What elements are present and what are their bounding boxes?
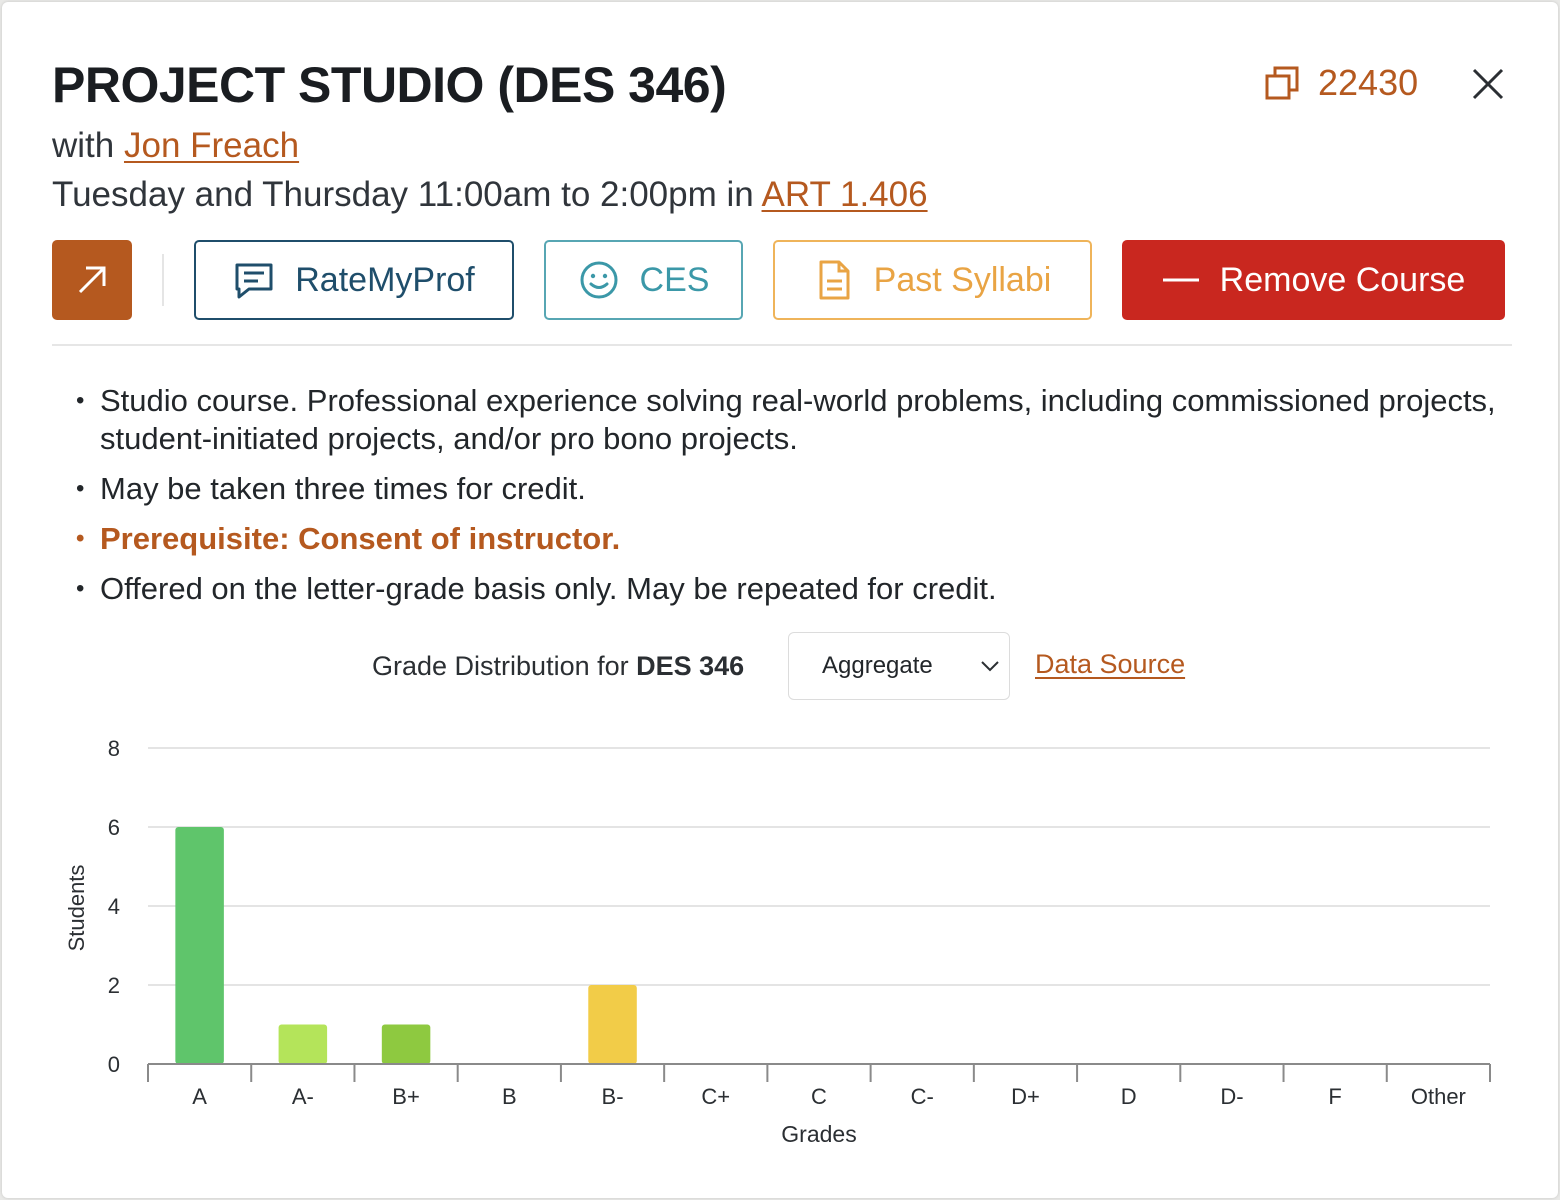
x-axis-label: Grades [781,1121,856,1147]
grade-distribution-title: Grade Distribution for DES 346 [372,651,744,682]
x-tick-label: A- [292,1084,314,1109]
past-syllabi-label: Past Syllabi [873,260,1052,299]
y-tick-label: 8 [108,736,120,761]
chevron-down-icon [981,661,999,672]
past-syllabi-button[interactable]: Past Syllabi [773,240,1092,320]
rate-my-prof-label: RateMyProf [295,260,475,299]
x-tick-label: D- [1220,1084,1243,1109]
message-icon [235,263,273,299]
copy-unique-number-button[interactable]: 22430 [1264,62,1418,104]
grade-bar-A-[interactable] [278,1024,328,1065]
action-buttons: RateMyProf CES Past Syllabi Remove Cours… [52,240,1512,320]
grade-bar-B-[interactable] [588,985,637,1064]
course-popup: PROJECT STUDIO (DES 346) 22430 with Jon … [2,2,1558,1198]
x-tick-label: C- [911,1084,934,1109]
y-tick-label: 6 [108,815,120,840]
x-tick-label: F [1328,1084,1341,1109]
grade-distribution-chart: 0 2 4 6 8 A A- B+ B B- C+ C C- D+ D D- F Other Students G… [64,736,1491,1147]
close-icon [1472,68,1504,100]
x-tick-label: C+ [701,1084,730,1109]
smiley-icon [580,261,618,299]
y-tick-label: 2 [108,973,120,998]
description-item: Offered on the letter-grade basis only. … [76,570,1496,608]
ces-button[interactable]: CES [544,240,743,320]
schedule-line: Tuesday and Thursday 11:00am to 2:00pm i… [52,175,928,215]
grade-bar-B+[interactable] [381,1024,431,1065]
x-tick-label: D+ [1011,1084,1040,1109]
grade-title-prefix: Grade Distribution for [372,650,629,681]
instructor-link[interactable]: Jon Freach [124,126,299,165]
header-divider [52,344,1512,346]
semester-select-value: Aggregate [822,652,933,679]
unique-number: 22430 [1318,62,1419,103]
with-prefix: with [52,126,115,165]
document-icon [819,260,850,300]
semester-select[interactable]: Aggregate [788,632,1010,700]
description-item: Studio course. Professional experience s… [76,382,1496,458]
x-tick-label: B- [602,1084,624,1109]
instructor-line: with Jon Freach [52,126,299,166]
description-item: May be taken three times for credit. [76,470,1496,508]
close-button[interactable] [1466,62,1510,106]
copy-icon [1265,66,1299,100]
grade-distribution-header: Grade Distribution for DES 346 Aggregate… [372,632,1185,700]
remove-course-label: Remove Course [1219,260,1466,299]
arrow-up-right-icon [78,266,106,294]
x-tick-label: B [502,1084,517,1109]
minus-icon [1162,278,1199,282]
course-title: PROJECT STUDIO (DES 346) [52,57,727,113]
x-tick-label: A [192,1084,207,1109]
button-divider [162,254,164,306]
x-tick-label: B+ [392,1084,420,1109]
prerequisite-item: Prerequisite: Consent of instructor. [76,520,1496,558]
room-link[interactable]: ART 1.406 [762,175,928,214]
schedule-text: Tuesday and Thursday 11:00am to 2:00pm i… [52,175,754,214]
y-tick-label: 0 [108,1052,120,1077]
y-axis-label: Students [64,865,89,952]
data-source-link[interactable]: Data Source [1035,649,1185,680]
x-tick-label: Other [1411,1084,1466,1109]
x-tick-label: D [1121,1084,1137,1109]
grade-title-course: DES 346 [636,650,745,681]
x-tick-label: C [811,1084,827,1109]
grade-bar-A[interactable] [175,827,224,1064]
ces-label: CES [639,260,710,299]
course-description: Studio course. Professional experience s… [76,382,1496,620]
y-tick-label: 4 [108,894,120,919]
open-course-button[interactable] [52,240,132,320]
rate-my-prof-button[interactable]: RateMyProf [194,240,514,320]
remove-course-button[interactable]: Remove Course [1122,240,1505,320]
